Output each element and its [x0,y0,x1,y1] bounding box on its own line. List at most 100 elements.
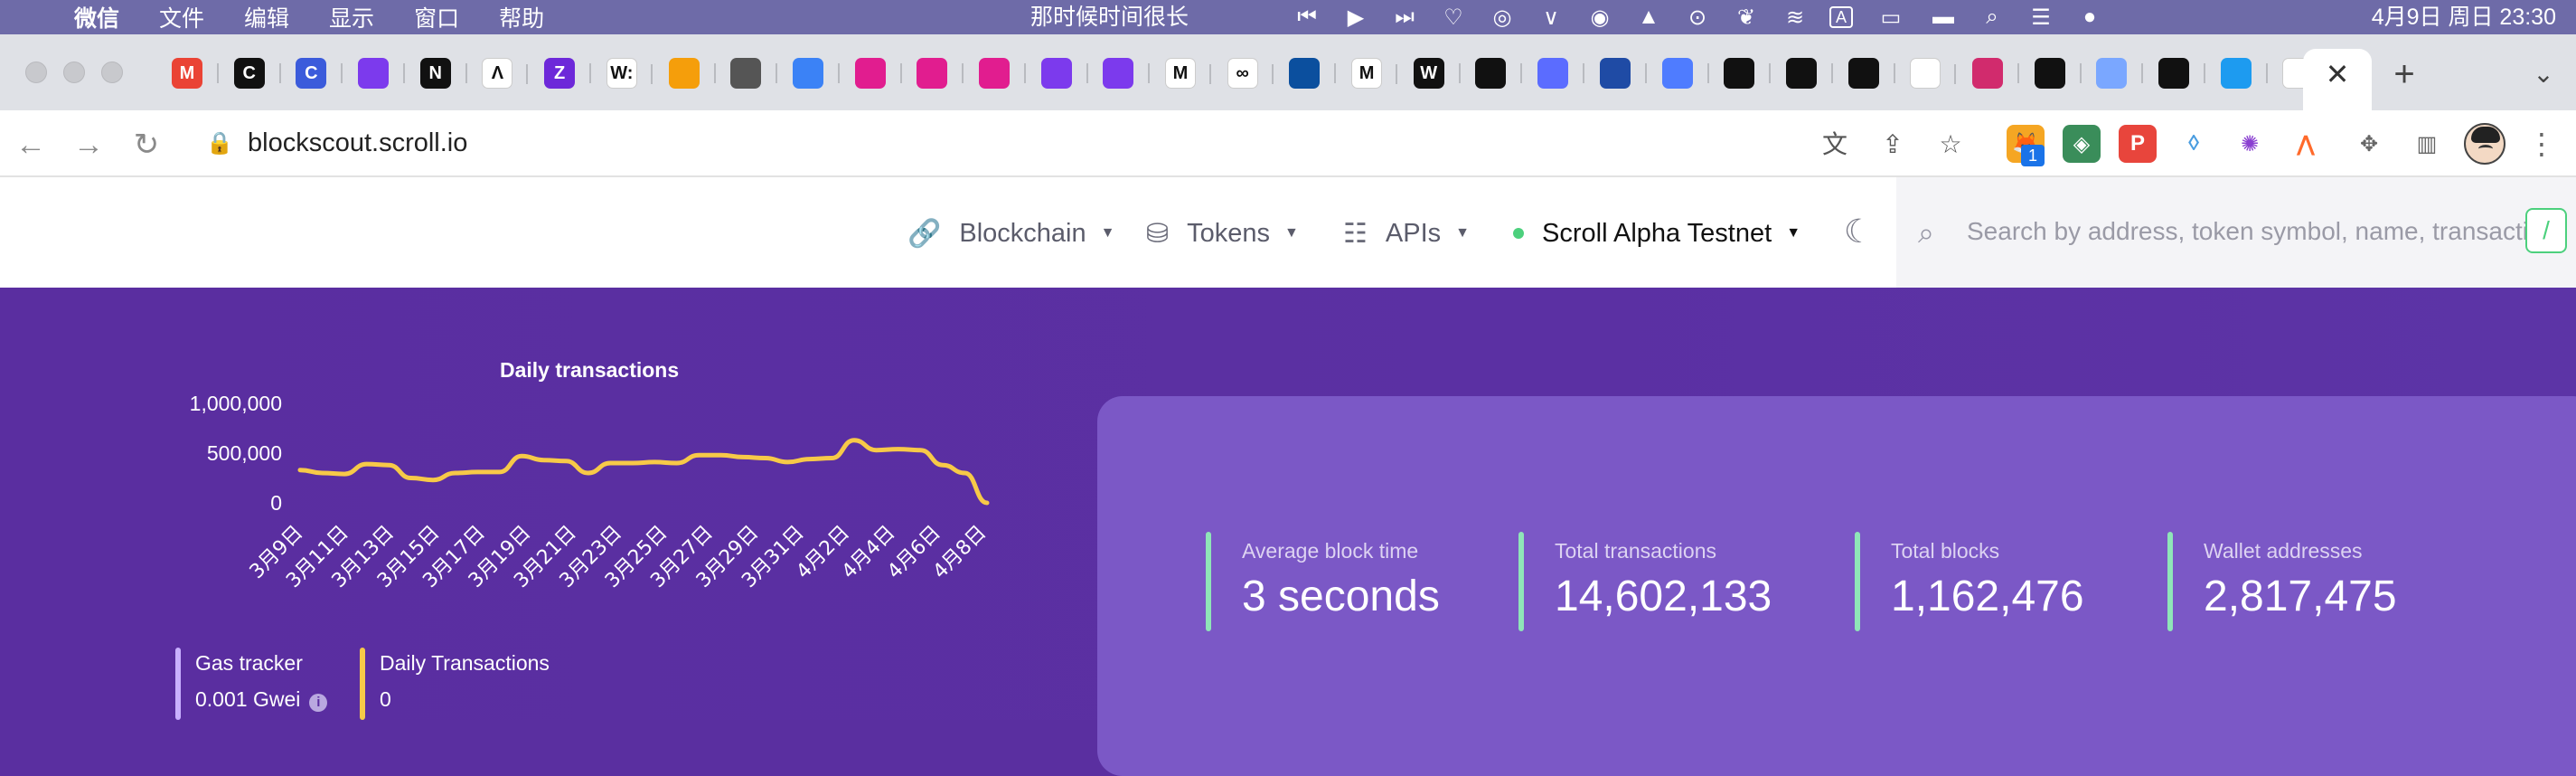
new-tab-button[interactable]: + [2386,56,2422,92]
info-icon[interactable]: i [309,694,328,712]
bed-icon[interactable]: ▬ [1929,3,1958,32]
pocket-extension-icon[interactable]: P [2119,125,2157,163]
droplet-extension-icon[interactable]: ◊ [2175,125,2213,163]
menu-view[interactable]: 显示 [329,1,374,33]
previous-track-icon[interactable]: ⏮ [1293,3,1321,32]
menu-edit[interactable]: 编辑 [244,1,289,33]
tab-favicon-icon[interactable] [730,58,778,89]
browser-tab-strip: M C C N Λ Z W: M ∞ M W ✕ + ⌄ [0,34,2576,110]
menu-window[interactable]: 窗口 [414,1,459,33]
daily-transactions-value: 0 [380,687,391,711]
tab-favicon-icon[interactable] [1971,58,2019,89]
input-method-icon[interactable]: A [1829,6,1853,28]
tab-favicon-icon[interactable] [1847,58,1895,89]
menubar-clock[interactable]: 4月9日 周日 23:30 [2372,0,2556,34]
tab-favicon-icon[interactable]: C [296,58,343,89]
media-icon[interactable]: ⊙ [1683,3,1712,32]
status-tray: ⏮ ▶ ⏭ ♡ ◎ ∨ ◉ ▲ ⊙ ❦ ≋ A ▭ ▬ ⌕ ☰ ● [1293,0,2124,34]
y-tick-label: 0 [270,491,282,515]
netease-music-icon[interactable]: ◎ [1488,3,1517,32]
profile-avatar[interactable] [2464,123,2505,165]
stat-label: Wallet addresses [2204,539,2363,563]
tab-favicon-icon[interactable] [1040,58,1088,89]
menu-file[interactable]: 文件 [159,1,204,33]
app-menu-name[interactable]: 微信 [74,1,119,33]
back-arrow-icon[interactable]: ← [13,127,49,163]
battery-icon[interactable]: ▭ [1873,3,1909,32]
tab-favicon-icon[interactable]: W [1413,58,1461,89]
window-close-button[interactable] [25,62,47,83]
side-panel-icon[interactable]: ▥ [2408,125,2446,163]
now-playing-title[interactable]: 那时候时间很长 [1030,0,1189,34]
tab-favicon-icon[interactable]: W: [606,58,653,89]
lock-icon[interactable]: 🔒 [206,130,233,157]
tab-search-chevron-icon[interactable]: ⌄ [2525,56,2562,92]
tab-favicon-icon[interactable] [917,58,964,89]
wifi-icon[interactable]: ≋ [1781,3,1810,32]
openai-extension-icon[interactable]: ✺ [2231,125,2269,163]
tab-favicon-icon[interactable] [1537,58,1585,89]
bookmark-star-icon[interactable]: ☆ [1934,128,1967,161]
wechat-icon[interactable]: ◉ [1585,3,1614,32]
bell-icon[interactable]: ▲ [1634,3,1663,32]
extension-icon-orange[interactable]: ⋀ [2287,125,2325,163]
hero-section: 1,000,000 500,000 0 3月9日 3月11日 3月13日 3月15日 3月17… [0,288,2576,776]
tab-favicon-icon[interactable] [854,58,902,89]
vpn-icon[interactable]: ∨ [1537,3,1565,32]
tab-favicon-icon[interactable] [1910,58,1957,89]
menu-help[interactable]: 帮助 [499,1,544,33]
window-minimize-button[interactable] [63,62,85,83]
search-shortcut-key: / [2525,208,2567,253]
tab-favicon-icon[interactable] [1661,58,1709,89]
play-icon[interactable]: ▶ [1341,3,1370,32]
puzzle-extensions-icon[interactable]: ✥ [2350,125,2388,163]
tab-favicon-icon[interactable]: M [172,58,219,89]
control-center-icon[interactable]: ☰ [2026,3,2055,32]
spotlight-search-icon[interactable]: ⌕ [1978,3,2007,32]
nav-blockchain[interactable]: 🔗 Blockchain ▼ [907,215,1114,251]
tab-favicon-icon[interactable]: M [1351,58,1398,89]
tab-favicon-icon[interactable] [1103,58,1151,89]
forward-arrow-icon[interactable]: → [71,127,107,163]
network-selector[interactable]: Scroll Alpha Testnet ▼ [1513,215,1800,251]
reload-icon[interactable]: ↻ [128,127,165,163]
leaf-icon[interactable]: ❦ [1732,3,1761,32]
tab-favicon-icon[interactable]: ∞ [1227,58,1274,89]
tab-favicon-icon[interactable] [2158,58,2205,89]
tab-close-icon[interactable]: ✕ [2321,58,2354,90]
tab-favicon-icon[interactable]: N [419,58,467,89]
tab-favicon-icon[interactable] [2096,58,2144,89]
tab-favicon-icon[interactable] [1599,58,1647,89]
next-track-icon[interactable]: ⏭ [1390,3,1419,32]
siri-icon[interactable]: ● [2075,3,2104,32]
nav-apis[interactable]: ☷ APIs ▼ [1343,215,1470,251]
window-zoom-button[interactable] [101,62,123,83]
nav-tokens[interactable]: ⛁ Tokens ▼ [1146,215,1299,251]
tab-favicon-icon[interactable] [2220,58,2268,89]
extension-badge: 1 [2021,145,2045,166]
heart-icon[interactable]: ♡ [1439,3,1468,32]
tab-favicon-icon[interactable] [1724,58,1772,89]
url-text[interactable]: blockscout.scroll.io [248,128,467,158]
more-options-icon[interactable]: ⋮ [2527,127,2556,161]
link-icon: 🔗 [907,218,942,249]
daily-transactions-label: Daily Transactions [380,651,550,675]
tab-favicon-icon[interactable]: Λ [482,58,529,89]
tab-favicon-icon[interactable]: Z [544,58,592,89]
tab-favicon-icon[interactable] [1289,58,1337,89]
tab-favicon-icon[interactable] [792,58,840,89]
tab-favicon-icon[interactable]: C [233,58,281,89]
stat-label: Total blocks [1891,539,2000,563]
tab-favicon-icon[interactable] [1475,58,1523,89]
tab-favicon-icon[interactable] [2034,58,2082,89]
tab-favicon-icon[interactable] [668,58,716,89]
tab-favicon-icon[interactable]: M [1165,58,1211,89]
tab-favicon-icon[interactable] [358,58,406,89]
dark-mode-moon-icon[interactable]: ☾ [1840,213,1876,250]
extension-icon[interactable]: ◈ [2063,125,2101,163]
tab-favicon-icon[interactable] [978,58,1026,89]
search-input[interactable]: Search by address, token symbol, name, t… [1967,217,2531,246]
translate-icon[interactable]: 文 [1819,128,1851,161]
share-icon[interactable]: ⇪ [1876,128,1909,161]
tab-favicon-icon[interactable] [1785,58,1833,89]
